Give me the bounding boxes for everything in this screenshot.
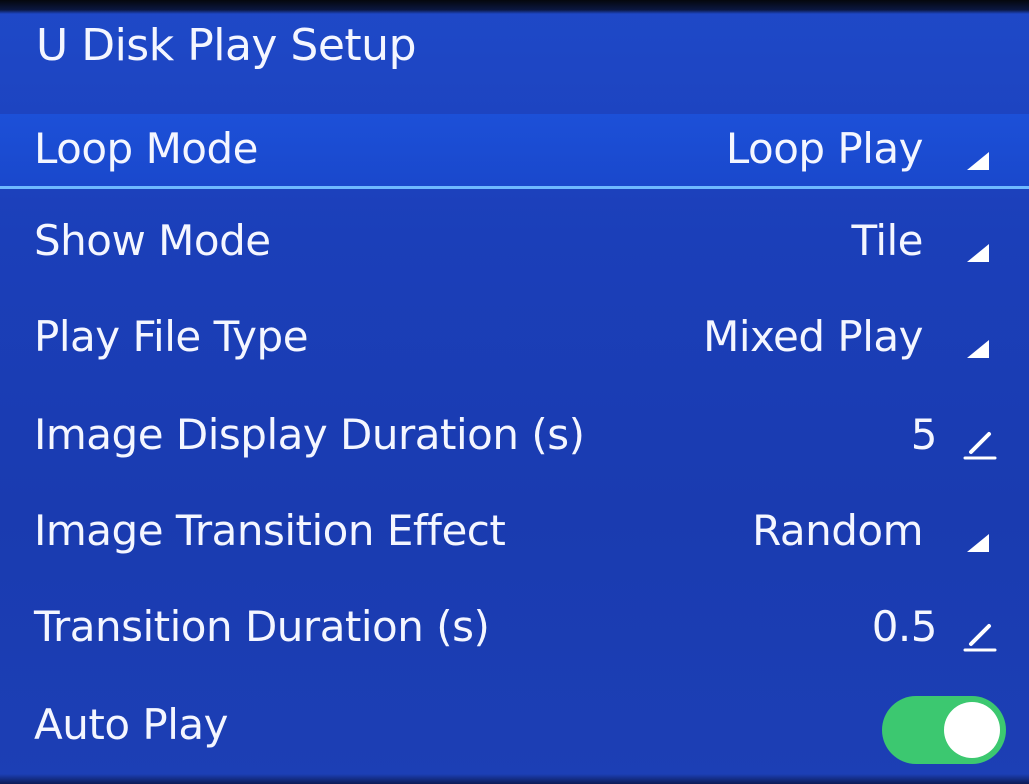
setting-label-play-file-type: Play File Type xyxy=(34,312,309,361)
setting-value-show-mode[interactable]: Tile xyxy=(851,216,923,265)
dropdown-triangle-icon[interactable] xyxy=(959,326,999,366)
u-disk-play-setup-screen: U Disk Play Setup Loop Mode Loop Play Sh… xyxy=(0,0,1029,784)
setting-row-image-display-duration[interactable]: Image Display Duration (s) 5 xyxy=(0,400,1029,472)
setting-row-loop-mode[interactable]: Loop Mode Loop Play xyxy=(0,114,1029,186)
setting-row-transition-duration[interactable]: Transition Duration (s) 0.5 xyxy=(0,592,1029,664)
dropdown-triangle-icon[interactable] xyxy=(959,520,999,560)
setting-value-image-display-duration[interactable]: 5 xyxy=(911,410,938,459)
dropdown-triangle-icon[interactable] xyxy=(959,138,999,178)
setting-label-show-mode: Show Mode xyxy=(34,216,271,265)
setting-row-image-transition-effect[interactable]: Image Transition Effect Random xyxy=(0,496,1029,568)
dropdown-triangle-icon[interactable] xyxy=(959,230,999,270)
setting-row-auto-play[interactable]: Auto Play xyxy=(0,690,1029,762)
setting-label-auto-play: Auto Play xyxy=(34,700,228,749)
page-title: U Disk Play Setup xyxy=(36,20,417,71)
edit-pencil-icon[interactable] xyxy=(959,424,999,464)
screen-top-bezel xyxy=(0,0,1029,14)
setting-label-transition-duration: Transition Duration (s) xyxy=(34,602,490,651)
setting-row-play-file-type[interactable]: Play File Type Mixed Play xyxy=(0,302,1029,374)
setting-label-image-transition-effect: Image Transition Effect xyxy=(34,506,506,555)
edit-pencil-icon[interactable] xyxy=(959,616,999,656)
setting-value-play-file-type[interactable]: Mixed Play xyxy=(703,312,923,361)
screen-bottom-bezel xyxy=(0,774,1029,784)
auto-play-toggle[interactable] xyxy=(882,696,1006,764)
setting-label-image-display-duration: Image Display Duration (s) xyxy=(34,410,585,459)
setting-value-image-transition-effect[interactable]: Random xyxy=(752,506,923,555)
setting-value-loop-mode[interactable]: Loop Play xyxy=(726,124,924,173)
setting-value-transition-duration[interactable]: 0.5 xyxy=(872,602,938,651)
selection-divider xyxy=(0,186,1029,189)
toggle-knob xyxy=(944,702,1000,758)
setting-row-show-mode[interactable]: Show Mode Tile xyxy=(0,206,1029,278)
setting-label-loop-mode: Loop Mode xyxy=(34,124,259,173)
